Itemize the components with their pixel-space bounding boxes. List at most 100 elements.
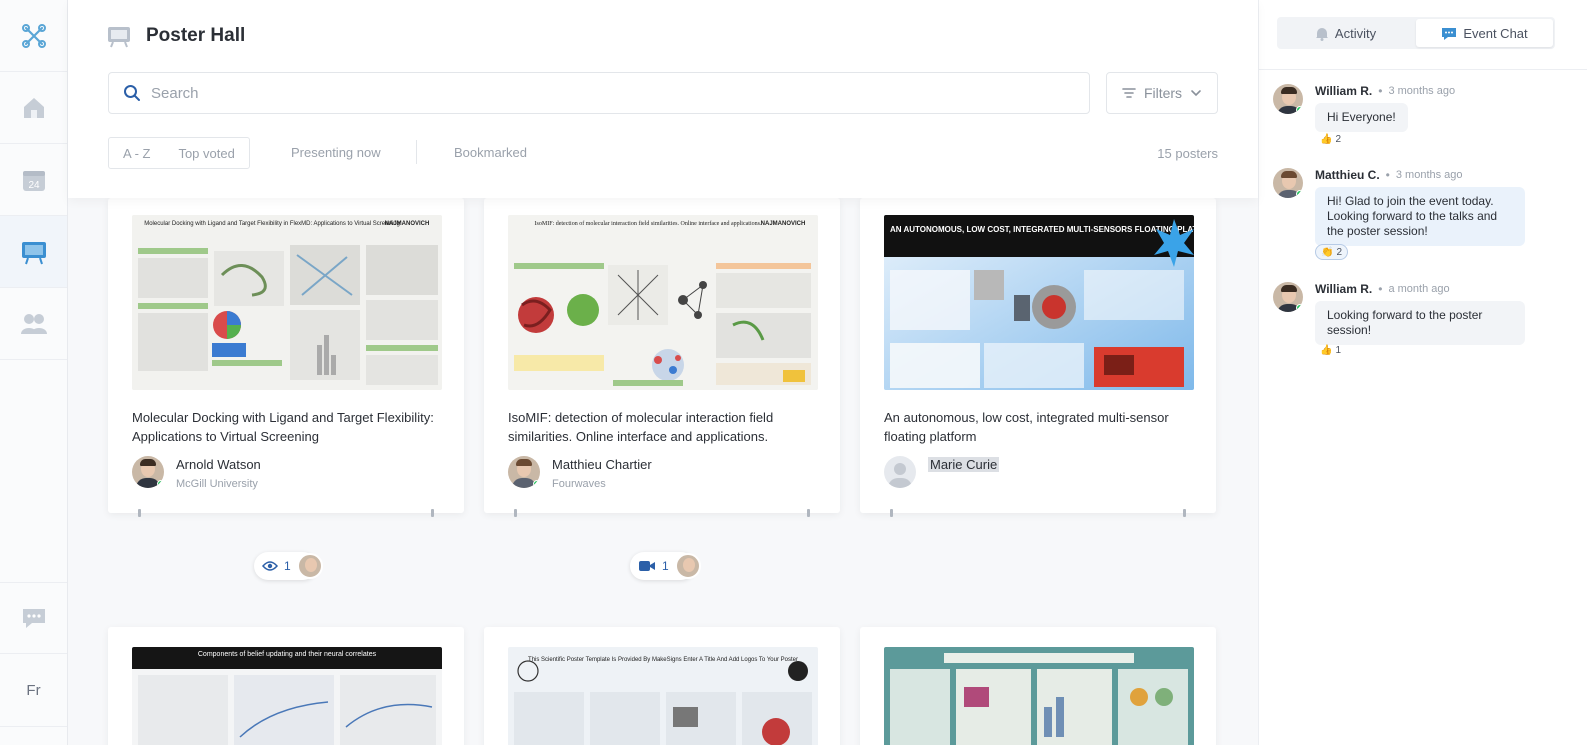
panel-tabs: Activity Event Chat — [1277, 17, 1555, 49]
poster-thumbnail[interactable]: AN AUTONOMOUS, LOW COST, INTEGRATED MULT… — [884, 215, 1194, 390]
search-input[interactable] — [151, 84, 1051, 102]
tab-event-chat[interactable]: Event Chat — [1416, 19, 1553, 47]
poster-card[interactable]: This Scientific Poster Template Is Provi… — [484, 627, 840, 745]
message-header: William R. • 3 months ago — [1315, 84, 1456, 98]
reaction-emoji: 👍 — [1320, 344, 1333, 356]
reaction-count: 2 — [1336, 246, 1343, 258]
author-name: Matthieu Chartier — [552, 457, 652, 472]
message-text: Looking forward to the poster session! — [1315, 301, 1525, 345]
tab-bookmarked[interactable]: Bookmarked — [454, 145, 527, 160]
language-label: Fr — [26, 682, 41, 699]
search-icon — [124, 85, 140, 101]
message-author[interactable]: William R. — [1315, 84, 1372, 98]
rail-poster-hall[interactable] — [0, 216, 67, 288]
rail-home[interactable] — [0, 72, 67, 144]
board-leg — [431, 509, 434, 517]
reaction-emoji: 👏 — [1321, 246, 1334, 258]
reaction-badge[interactable]: 👏 2 — [1315, 244, 1349, 260]
poster-live-video[interactable]: 1 — [630, 552, 701, 580]
poster-card[interactable]: Molecular Docking with Ligand and Target… — [108, 198, 464, 517]
poster-author[interactable]: Marie Curie — [884, 456, 1000, 488]
poster-thumbnail[interactable]: Components of belief updating and their … — [132, 647, 442, 745]
poster-title[interactable]: Molecular Docking with Ligand and Target… — [132, 408, 452, 446]
page-title: Poster Hall — [146, 25, 246, 46]
poster-title[interactable]: An autonomous, low cost, integrated mult… — [884, 408, 1204, 446]
divider — [1259, 69, 1587, 70]
viewer-count: 1 — [284, 559, 291, 573]
board-leg — [138, 509, 141, 517]
poster-thumbnail[interactable]: Molecular Docking with Ligand and Target… — [132, 215, 442, 390]
filter-icon — [1122, 88, 1136, 98]
filters-button[interactable]: Filters — [1106, 72, 1218, 114]
app-logo-icon — [21, 23, 46, 48]
calendar-icon: 24 — [22, 170, 45, 191]
chat-message: William R. • a month ago Looking forward… — [1273, 282, 1573, 372]
reaction-badge[interactable]: 👍 1 — [1315, 342, 1346, 358]
poster-thumbnail[interactable]: This Scientific Poster Template Is Provi… — [508, 647, 818, 745]
avatar[interactable] — [1273, 282, 1303, 312]
viewer-count: 1 — [662, 559, 669, 573]
poster-viewers[interactable]: 1 — [254, 552, 323, 580]
online-indicator — [1296, 304, 1303, 312]
message-author[interactable]: William R. — [1315, 282, 1372, 296]
board-leg — [514, 509, 517, 517]
poster-title[interactable]: IsoMIF: detection of molecular interacti… — [508, 408, 828, 446]
poster-header-text: This Scientific Poster Template Is Provi… — [528, 657, 798, 663]
chat-message: Matthieu C. • 3 months ago Hi! Glad to j… — [1273, 168, 1573, 268]
board-leg — [890, 509, 893, 517]
sort-top-voted[interactable]: Top voted — [178, 146, 234, 161]
author-name: Arnold Watson — [176, 457, 261, 472]
search-bar[interactable] — [108, 72, 1090, 114]
message-time: 3 months ago — [1395, 169, 1463, 181]
main-content: Poster Hall Filters A - Z Top voted Pres… — [68, 0, 1258, 745]
people-icon — [20, 313, 47, 334]
tab-label: Activity — [1334, 25, 1377, 41]
poster-image: IsoMIF: detection of molecular interacti… — [508, 215, 818, 390]
poster-card[interactable]: IsoMIF: detection of molecular interacti… — [484, 198, 840, 517]
board-leg — [1183, 509, 1186, 517]
language-toggle[interactable]: Fr — [0, 655, 67, 727]
chevron-down-icon — [1191, 90, 1201, 97]
poster-header-text: AN AUTONOMOUS, LOW COST, INTEGRATED MULT… — [890, 225, 1194, 234]
poster-author[interactable]: Matthieu Chartier Fourwaves — [508, 456, 652, 490]
avatar[interactable] — [1273, 84, 1303, 114]
poster-image: Molecular Docking with Ligand and Target… — [132, 215, 442, 390]
poster-card[interactable]: Components of belief updating and their … — [108, 627, 464, 745]
avatar — [132, 456, 164, 488]
poster-board-icon — [108, 27, 130, 48]
rail-chat[interactable] — [0, 582, 67, 654]
rail-people[interactable] — [0, 288, 67, 360]
poster-image: This Scientific Poster Template Is Provi… — [508, 647, 818, 745]
poster-card[interactable]: AN AUTONOMOUS, LOW COST, INTEGRATED MULT… — [860, 198, 1216, 517]
online-indicator — [533, 480, 540, 488]
tab-presenting-now[interactable]: Presenting now — [291, 145, 381, 160]
app-logo[interactable] — [0, 0, 67, 72]
poster-author[interactable]: Arnold Watson McGill University — [132, 456, 261, 490]
poster-card[interactable] — [860, 627, 1216, 745]
reaction-count: 1 — [1335, 344, 1342, 356]
poster-image: AN AUTONOMOUS, LOW COST, INTEGRATED MULT… — [884, 215, 1194, 390]
title-row: Poster Hall — [106, 24, 245, 48]
message-text: Hi Everyone! — [1315, 103, 1408, 132]
poster-logo-text: NAJMANOVICH — [385, 221, 430, 227]
poster-thumbnail[interactable]: IsoMIF: detection of molecular interacti… — [508, 215, 818, 390]
sort-toggle: A - Z Top voted — [108, 137, 250, 169]
chat-message: William R. • 3 months ago Hi Everyone! 👍… — [1273, 84, 1573, 154]
tab-activity[interactable]: Activity — [1277, 17, 1414, 49]
sort-a-z[interactable]: A - Z — [123, 146, 150, 161]
poster-header-text: Components of belief updating and their … — [198, 651, 377, 658]
message-text: Hi! Glad to join the event today. Lookin… — [1315, 187, 1525, 246]
chat-icon — [1442, 27, 1457, 40]
tab-label: Event Chat — [1463, 25, 1528, 41]
avatar[interactable] — [1273, 168, 1303, 198]
reaction-badge[interactable]: 👍 2 — [1315, 131, 1346, 147]
author-org: Fourwaves — [552, 478, 606, 490]
message-header: Matthieu C. • 3 months ago — [1315, 168, 1463, 182]
rail-calendar[interactable]: 24 — [0, 144, 67, 216]
poster-thumbnail[interactable] — [884, 647, 1194, 745]
poster-header-text: IsoMIF: detection of molecular interacti… — [535, 220, 762, 227]
online-indicator — [157, 480, 164, 488]
right-panel: Activity Event Chat William R. • 3 month… — [1258, 0, 1587, 745]
eye-icon — [262, 561, 278, 571]
message-author[interactable]: Matthieu C. — [1315, 168, 1380, 182]
